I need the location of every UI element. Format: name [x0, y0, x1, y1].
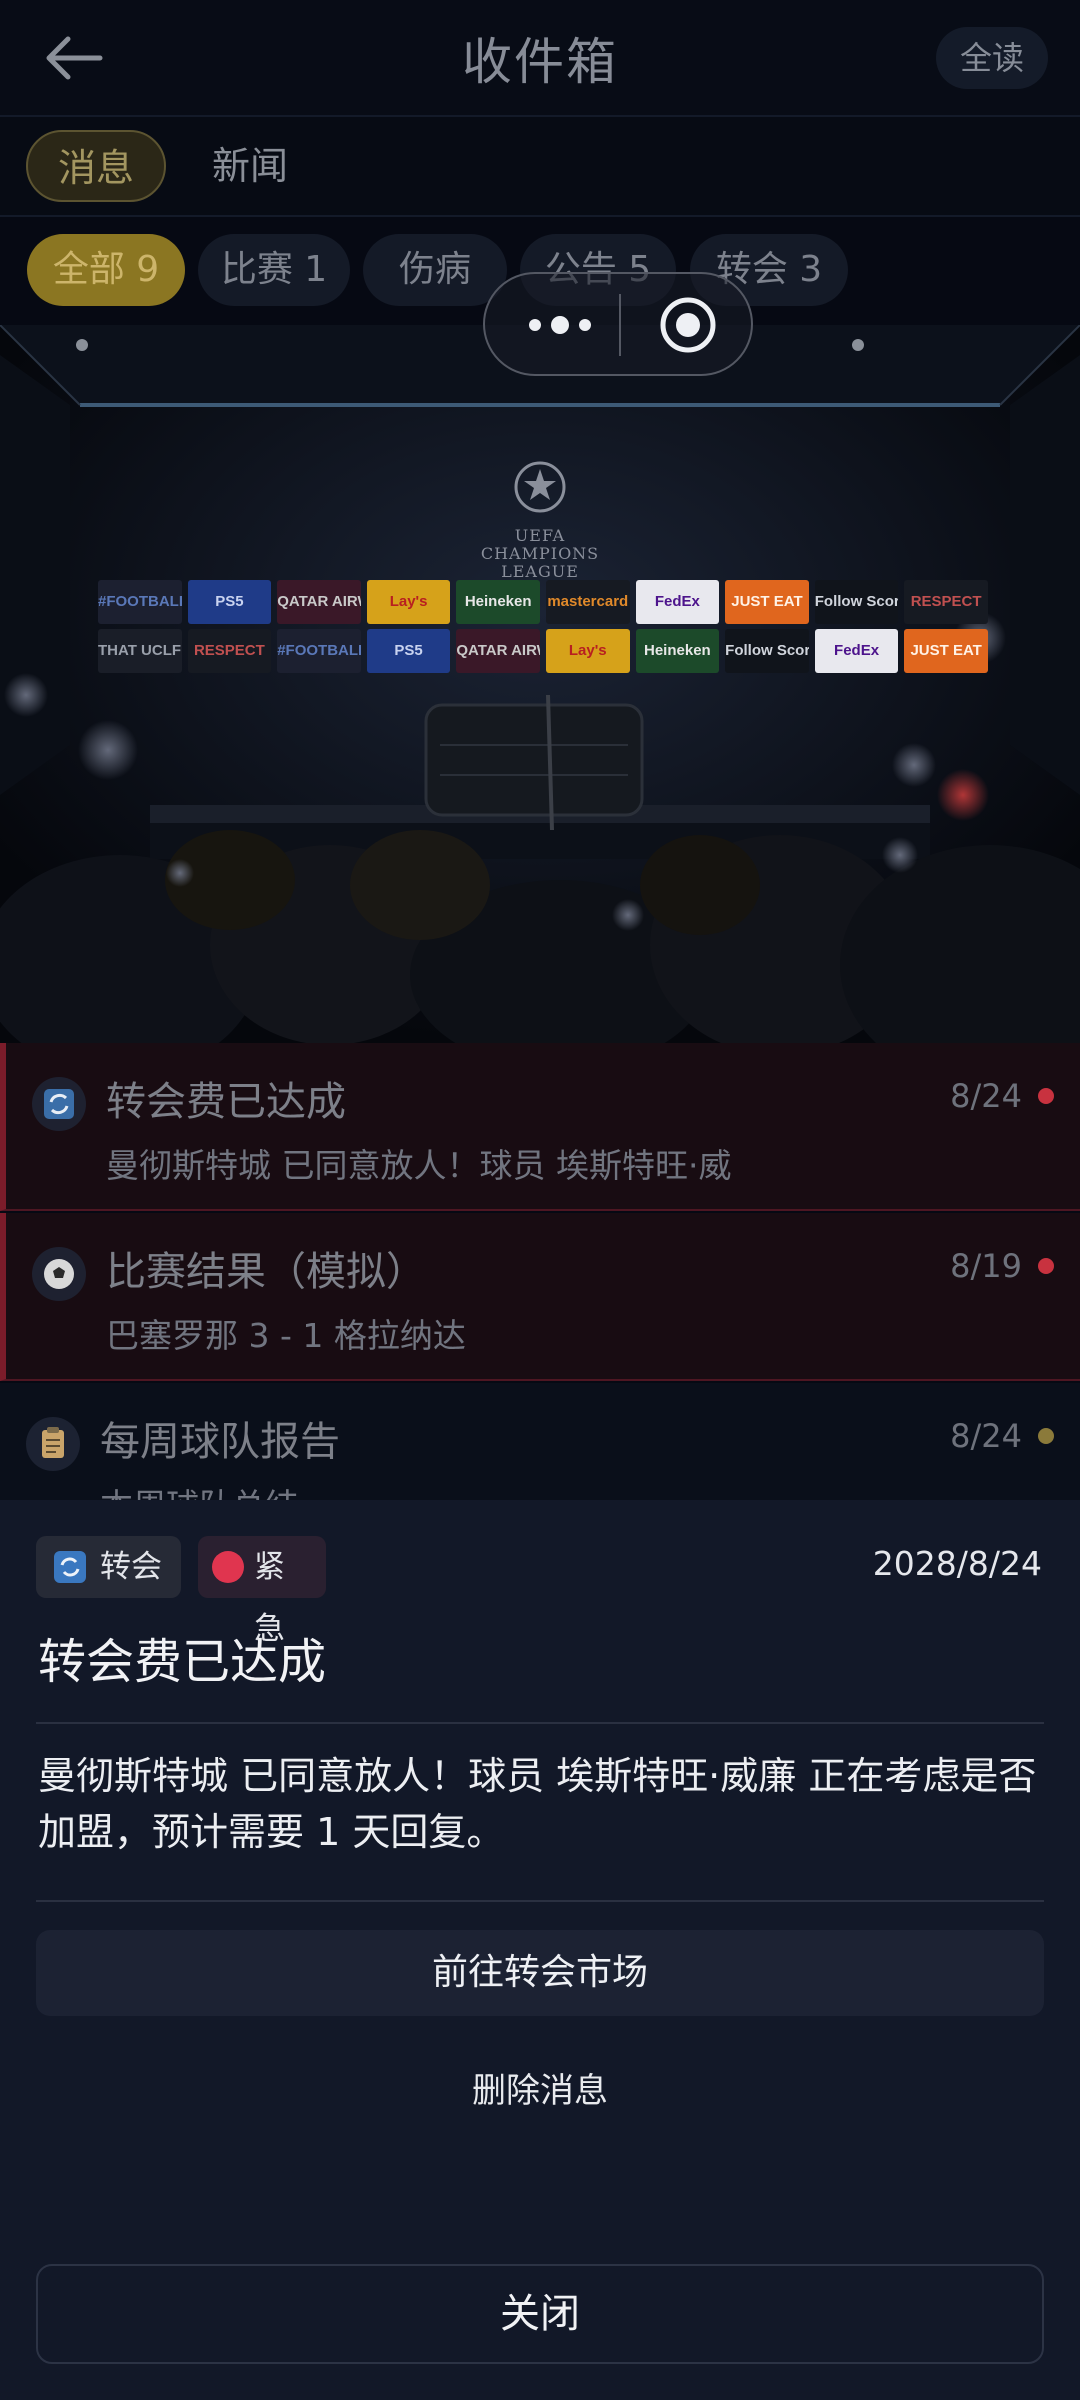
- champions-league-text: UEFA CHAMPIONS LEAGUE: [480, 526, 600, 581]
- sponsor-logo: Heineken: [635, 629, 720, 673]
- message-item-transfer[interactable]: 转会费已达成 8/24 曼彻斯特城 已同意放人！球员 埃斯特旺·威: [0, 1043, 1080, 1211]
- filter-chip-injury[interactable]: 伤病: [363, 234, 507, 306]
- unread-dot: [1038, 1088, 1054, 1104]
- starball-icon: [514, 461, 566, 513]
- clipboard-graphic: [42, 1427, 64, 1458]
- category-tag-label: 转会: [100, 1549, 162, 1585]
- mini-program-capsule: [483, 272, 753, 376]
- delete-message-button[interactable]: 删除消息: [340, 2056, 740, 2126]
- target-circle-icon: [660, 297, 716, 353]
- message-title: 转会费已达成: [106, 1079, 346, 1125]
- priority-tag: 紧急: [198, 1536, 326, 1647]
- go-to-transfer-market-button[interactable]: 前往转会市场: [36, 1930, 1044, 2016]
- sponsor-board-row-2: THAT UCLFEELING RESPECT #FOOTBALL PS5 QA…: [98, 629, 988, 677]
- sponsor-logo: PS5: [366, 629, 451, 673]
- message-preview: 巴塞罗那 3 - 1 格拉纳达: [106, 1316, 466, 1355]
- message-item-match-result[interactable]: 比赛结果（模拟） 8/19 巴塞罗那 3 - 1 格拉纳达: [0, 1213, 1080, 1381]
- sponsor-logo: Follow Scores: [814, 580, 899, 624]
- read-all-button[interactable]: 全读: [936, 27, 1048, 89]
- unread-dot: [1038, 1428, 1054, 1444]
- urgent-dot-icon: [212, 1551, 244, 1583]
- sponsor-logo: PS5: [187, 580, 272, 624]
- tab-news[interactable]: 新闻: [190, 130, 310, 202]
- more-dots-icon: [529, 316, 591, 334]
- sponsor-logo: RESPECT: [187, 629, 272, 673]
- sponsor-logo: THAT UCLFEELING: [98, 629, 182, 673]
- tab-bar: 消息 新闻: [0, 117, 1080, 217]
- sponsor-logo: #FOOTBALL: [98, 580, 182, 624]
- filter-chip-all[interactable]: 全部 9: [27, 234, 185, 306]
- sponsor-logo: JUST EAT: [725, 580, 809, 624]
- transfer-icon: [54, 1551, 86, 1583]
- sponsor-logo: Follow Scores: [725, 629, 809, 673]
- sponsor-logo: mastercard: [545, 580, 630, 624]
- press-room-scene: [0, 325, 1080, 1043]
- sponsor-logo: Lay's: [366, 580, 451, 624]
- sponsor-logo: Lay's: [545, 629, 630, 673]
- detail-body: 曼彻斯特城 已同意放人！球员 埃斯特旺·威廉 正在考虑是否加盟，预计需要 1 天…: [38, 1754, 1037, 1854]
- press-room-photo: UEFA CHAMPIONS LEAGUE #FOOTBALL PS5 QATA…: [0, 325, 1080, 1043]
- category-tag: 转会: [36, 1536, 181, 1598]
- inbox-page: 收件箱 全读 消息 新闻 全部 9 比赛 1 伤病 公告 5 转会 3 UEFA…: [0, 0, 1080, 2400]
- message-detail-sheet: 转会 紧急 2028/8/24 转会费已达成 曼彻斯特城 已同意放人！球员 埃斯…: [0, 1500, 1080, 2400]
- message-date: 8/24: [950, 1417, 1022, 1455]
- sponsor-logo: #FOOTBALL: [277, 629, 361, 673]
- divider: [36, 1722, 1044, 1724]
- soccer-ball-graphic: [44, 1259, 74, 1289]
- filter-chip-match[interactable]: 比赛 1: [198, 234, 350, 306]
- page-title: 收件箱: [462, 33, 618, 91]
- sponsor-logo: QATAR AIRWAYS: [456, 629, 540, 673]
- transfer-icon: [32, 1077, 86, 1131]
- close-button[interactable]: 关闭: [36, 2264, 1044, 2364]
- unread-dot: [1038, 1258, 1054, 1274]
- soccer-ball-icon: [32, 1247, 86, 1301]
- exit-mini-program-button[interactable]: [657, 294, 719, 356]
- divider: [36, 1900, 1044, 1902]
- clipboard-icon: [26, 1417, 80, 1471]
- sponsor-logo: QATAR AIRWAYS: [277, 580, 361, 624]
- sponsor-logo: FedEx: [635, 580, 720, 624]
- sponsor-logo: Heineken: [456, 580, 540, 624]
- sponsor-logo: RESPECT: [904, 580, 988, 624]
- more-button[interactable]: [525, 310, 595, 340]
- message-date: 8/24: [950, 1077, 1022, 1115]
- message-title: 比赛结果（模拟）: [106, 1249, 426, 1295]
- sponsor-board-row-1: #FOOTBALL PS5 QATAR AIRWAYS Lay's Heinek…: [98, 580, 988, 628]
- sponsor-logo: JUST EAT: [904, 629, 988, 673]
- transfer-icon-graphic: [44, 1089, 74, 1119]
- message-preview: 曼彻斯特城 已同意放人！球员 埃斯特旺·威: [106, 1146, 732, 1185]
- message-title: 每周球队报告: [100, 1419, 340, 1465]
- sponsor-logo: FedEx: [814, 629, 899, 673]
- header-bar: 收件箱 全读: [0, 0, 1080, 117]
- champions-league-logo: UEFA CHAMPIONS LEAGUE: [470, 455, 610, 585]
- capsule-divider: [619, 294, 621, 356]
- detail-title: 转会费已达成: [38, 1634, 327, 1690]
- detail-date: 2028/8/24: [872, 1544, 1042, 1583]
- message-date: 8/19: [950, 1247, 1022, 1285]
- tab-messages[interactable]: 消息: [26, 130, 166, 202]
